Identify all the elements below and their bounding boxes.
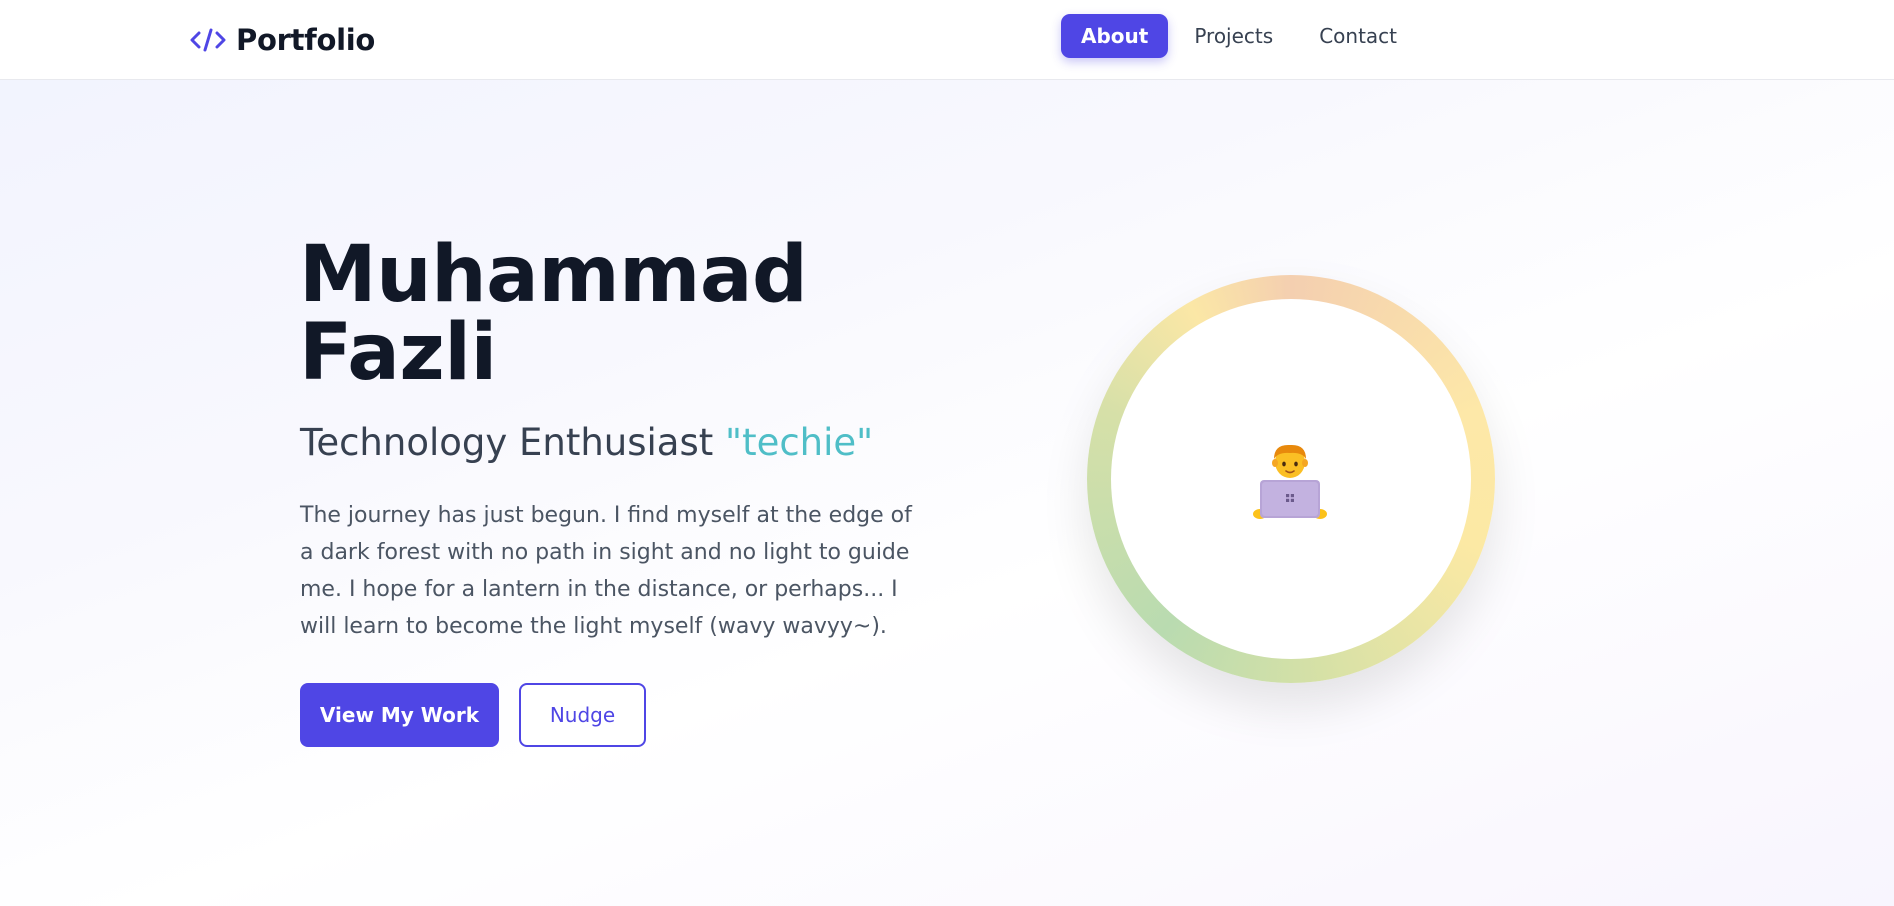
nav-link-contact[interactable]: Contact — [1299, 14, 1417, 58]
hero-role-accent: "techie" — [725, 421, 874, 464]
hero-name-first: Muhammad — [299, 230, 808, 320]
hero-name-last: Fazli — [299, 308, 497, 398]
technologist-icon[interactable] — [1250, 443, 1330, 519]
hero-name: Muhammad Fazli — [299, 230, 808, 398]
brand-name: Portfolio — [236, 23, 375, 57]
nudge-button[interactable]: Nudge — [519, 683, 646, 747]
hero-actions: View My Work Nudge — [300, 683, 646, 747]
nav-link-about[interactable]: About — [1060, 14, 1169, 58]
hero-role-text: Technology Enthusiast — [300, 421, 714, 464]
view-my-work-button[interactable]: View My Work — [300, 683, 499, 747]
code-icon — [190, 25, 226, 55]
hero-description: The journey has just begun. I find mysel… — [300, 503, 912, 639]
nav-links: About Projects Contact — [1060, 14, 1417, 58]
navbar: Portfolio About Projects Contact — [0, 0, 1894, 80]
nav-link-projects[interactable]: Projects — [1174, 14, 1293, 58]
hero-role: Technology Enthusiast "techie" — [300, 421, 873, 464]
brand-logo[interactable]: Portfolio — [190, 20, 375, 60]
